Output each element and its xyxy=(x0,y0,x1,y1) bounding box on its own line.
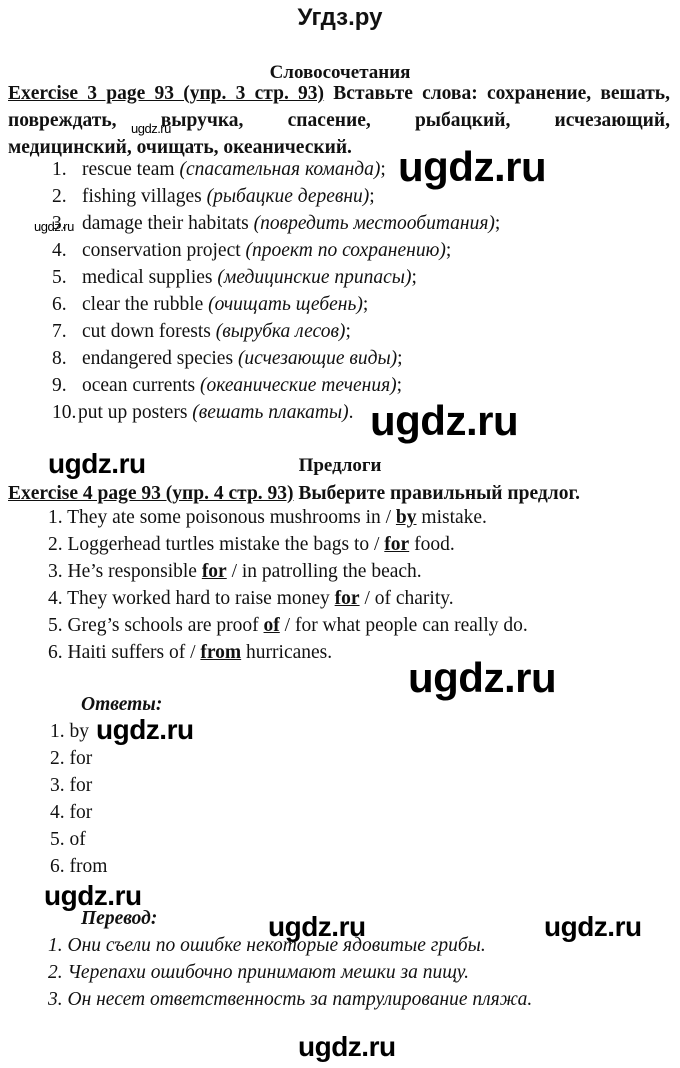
list-item: 1. They ate some poisonous mushrooms in … xyxy=(48,507,487,528)
answer-item: 1. by xyxy=(50,721,89,742)
translation-item: 2. Черепахи ошибочно принимают мешки за … xyxy=(48,962,470,983)
list-item: 7. cut down forests (вырубка лесов); xyxy=(52,321,351,342)
answer-highlight: for xyxy=(384,534,410,555)
list-item: 2. Loggerhead turtles mistake the bags t… xyxy=(48,534,455,555)
site-title: Угдз.ру xyxy=(297,4,383,31)
watermark: ugdz.ru xyxy=(268,911,366,942)
exercise-3-ref: Exercise 3 page 93 (упр. 3 стр. 93) xyxy=(8,83,325,104)
exercise-4-task: Exercise 4 page 93 (упр. 4 стр. 93) Выбе… xyxy=(8,480,670,507)
answer-highlight: for xyxy=(334,588,360,609)
task-4-text: Выберите правильный предлог. xyxy=(298,483,580,504)
translation-item: 1. Они съели по ошибке некоторые ядовиты… xyxy=(48,935,486,956)
answer-item: 6. from xyxy=(50,856,108,877)
watermark: ugdz.ru xyxy=(298,1031,396,1062)
task-line-2: повреждать, выручка, спасение, рыбацкий,… xyxy=(8,110,670,131)
watermark: ugdz.ru xyxy=(370,397,519,444)
answer-item: 5. of xyxy=(50,829,86,850)
answer-highlight: by xyxy=(395,507,417,528)
list-item: 5. medical supplies (медицинские припасы)… xyxy=(52,267,417,288)
answer-highlight: for xyxy=(201,561,227,582)
list-item: 1. rescue team (спасательная команда); xyxy=(52,159,386,180)
answers-title: Ответы: xyxy=(81,694,163,715)
watermark: ugdz.ru xyxy=(398,143,547,190)
watermark: ugdz.ru xyxy=(44,880,142,911)
answer-item: 4. for xyxy=(50,802,93,823)
list-item: 3. damage their habitats (повредить место… xyxy=(52,213,501,234)
list-item: 5. Greg’s schools are proof of / for wha… xyxy=(48,615,528,636)
list-item: 3. He’s responsible for / in patrolling … xyxy=(48,561,422,582)
list-item: 6. Haiti suffers of / from hurricanes. xyxy=(48,642,333,663)
watermark: ugdz.ru xyxy=(96,714,194,745)
exercise-4-ref: Exercise 4 page 93 (упр. 4 стр. 93) xyxy=(8,483,294,504)
list-item: 4. conservation project (проект по сохран… xyxy=(52,240,452,261)
list-item: 2. fishing villages (рыбацкие деревни); xyxy=(52,186,375,207)
answer-item: 2. for xyxy=(50,748,93,769)
answer-highlight: of xyxy=(263,615,280,636)
answer-item: 3. for xyxy=(50,775,93,796)
translation-item: 3. Он несет ответственность за патрулиро… xyxy=(48,989,533,1010)
task-line-1: Exercise 3 page 93 (упр. 3 стр. 93) Вста… xyxy=(8,80,670,107)
watermark: ugdz.ru xyxy=(408,654,557,701)
watermark: ugdz.ru xyxy=(131,121,171,136)
list-item: 8. endangered species (исчезающие виды); xyxy=(52,348,403,369)
exercise-3-task: Exercise 3 page 93 (упр. 3 стр. 93) Вста… xyxy=(8,80,670,161)
task-3-text-1: Вставьте слова: сохранение, вешать, xyxy=(333,83,670,104)
list-item: 9. ocean currents (океанические течения); xyxy=(52,375,403,396)
list-item: 4. They worked hard to raise money for /… xyxy=(48,588,454,609)
list-item: 10.put up posters (вешать плакаты). xyxy=(52,402,354,423)
list-item: 6. clear the rubble (очищать щебень); xyxy=(52,294,369,315)
watermark: ugdz.ru xyxy=(544,911,642,942)
watermark: ugdz.ru xyxy=(34,219,74,234)
answer-highlight: from xyxy=(200,642,242,663)
watermark: ugdz.ru xyxy=(48,448,146,479)
task-line-3: медицинский, очищать, океанический. xyxy=(8,137,352,158)
